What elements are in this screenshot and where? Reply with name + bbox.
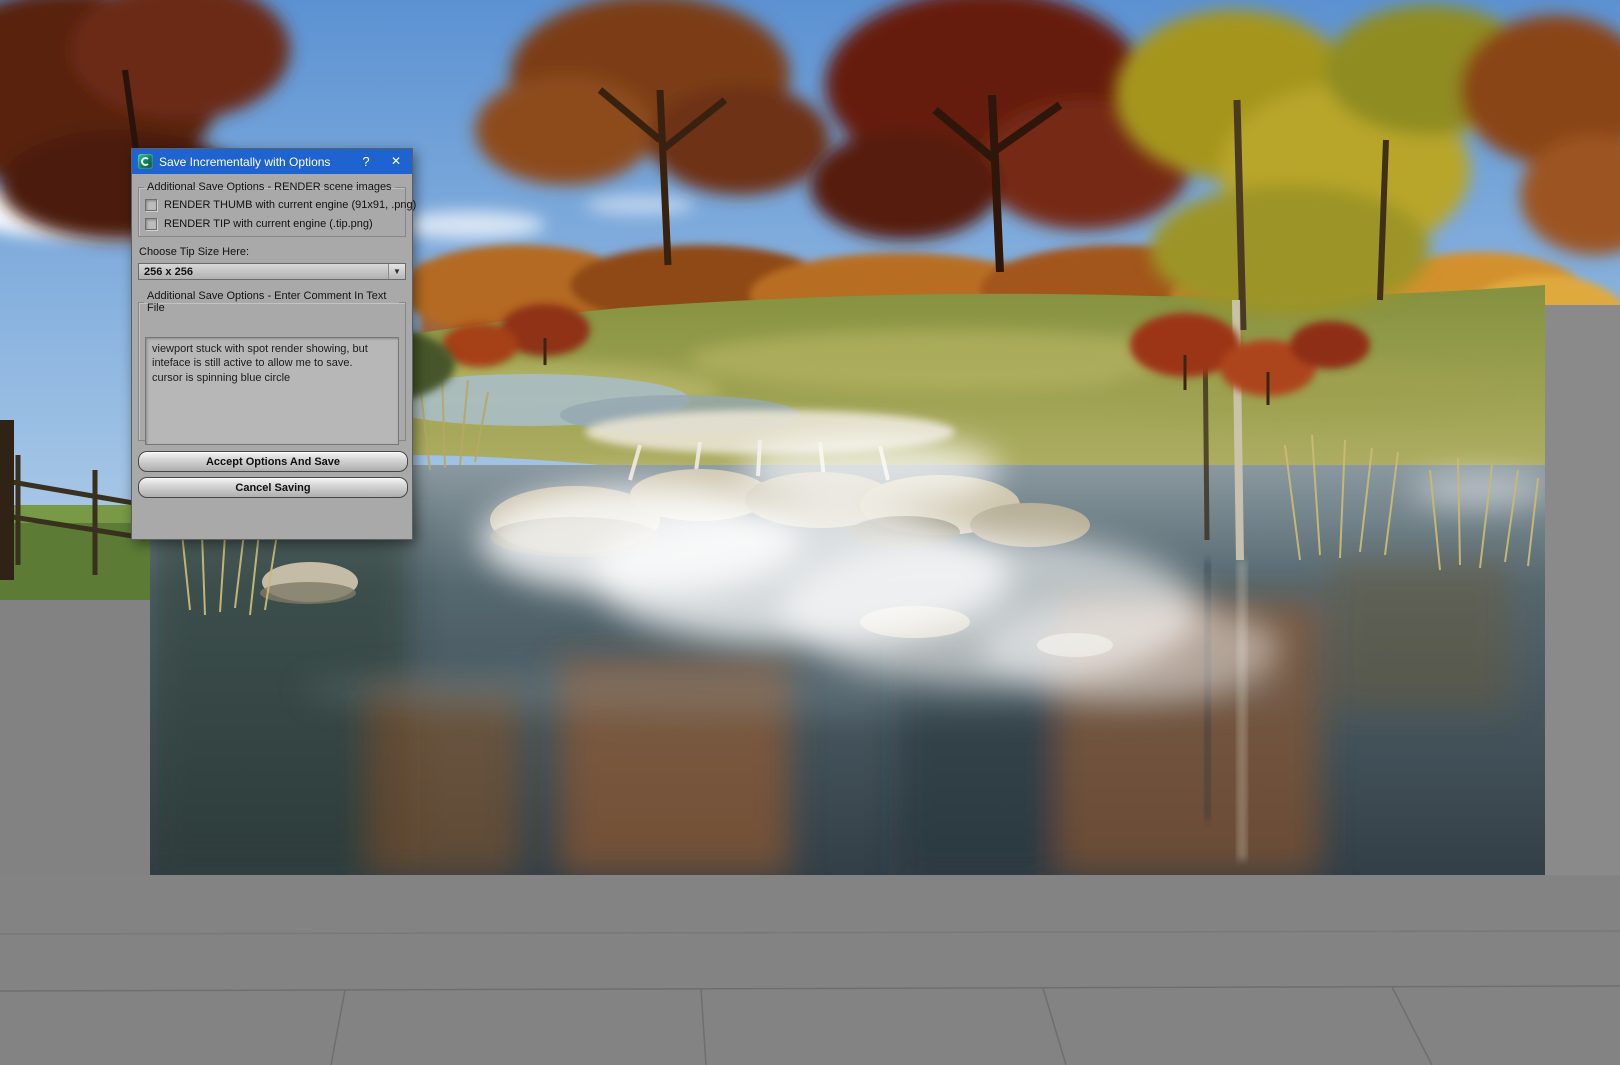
comment-group: Additional Save Options - Enter Comment … <box>138 290 406 445</box>
tip-size-label: Choose Tip Size Here: <box>139 246 250 258</box>
dialog-titlebar[interactable]: Save Incrementally with Options ? ✕ <box>132 149 412 174</box>
render-thumb-label: RENDER THUMB with current engine (91x91,… <box>164 199 417 211</box>
app-icon <box>138 154 153 169</box>
app-window: Save Incrementally with Options ? ✕ Addi… <box>0 0 1620 1065</box>
render-thumb-row: RENDER THUMB with current engine (91x91,… <box>145 198 416 212</box>
render-tip-checkbox[interactable] <box>145 218 157 230</box>
comment-textarea[interactable]: viewport stuck with spot render showing,… <box>145 337 399 445</box>
cancel-button[interactable]: Cancel Saving <box>138 477 408 498</box>
save-options-dialog: Save Incrementally with Options ? ✕ Addi… <box>131 148 416 540</box>
help-button[interactable]: ? <box>354 149 378 174</box>
render-options-group-label: Additional Save Options - RENDER scene i… <box>147 181 392 193</box>
close-button[interactable]: ✕ <box>384 149 408 174</box>
dialog-body: Additional Save Options - RENDER scene i… <box>132 174 416 498</box>
render-tip-label: RENDER TIP with current engine (.tip.png… <box>164 218 373 230</box>
render-thumb-checkbox[interactable] <box>145 199 157 211</box>
tip-size-dropdown[interactable]: 256 x 256 ▼ <box>138 263 406 280</box>
render-tip-row: RENDER TIP with current engine (.tip.png… <box>145 217 399 231</box>
dialog-title: Save Incrementally with Options <box>159 154 331 169</box>
chevron-down-icon[interactable]: ▼ <box>388 264 405 279</box>
accept-button[interactable]: Accept Options And Save <box>138 451 408 472</box>
render-options-group: Additional Save Options - RENDER scene i… <box>138 181 416 237</box>
tip-size-value: 256 x 256 <box>144 266 193 278</box>
comment-group-label: Additional Save Options - Enter Comment … <box>147 290 387 314</box>
